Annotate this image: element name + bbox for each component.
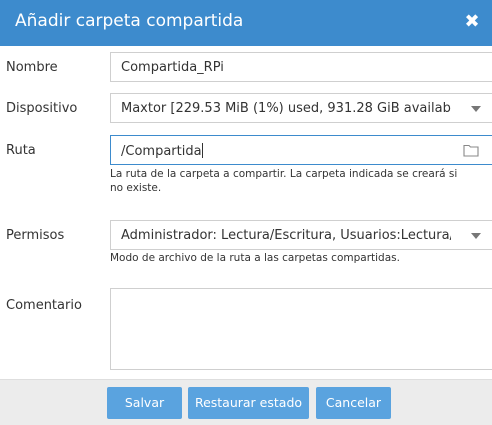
dispositivo-select[interactable]: Maxtor [229.53 MiB (1%) used, 931.28 GiB… [110,93,492,123]
ruta-value-wrap: /Compartida [121,143,203,159]
chevron-down-icon[interactable] [471,233,481,239]
permisos-label: Permisos [6,228,65,243]
reset-button[interactable]: Restaurar estado [188,387,309,419]
nombre-label: Nombre [6,60,58,75]
ruta-value: /Compartida [121,144,202,159]
nombre-value: Compartida_RPi [121,60,224,75]
nombre-input[interactable]: Compartida_RPi [110,52,492,82]
folder-icon[interactable] [463,143,479,157]
save-button[interactable]: Salvar [107,387,182,419]
dialog-footer: Salvar Restaurar estado Cancelar [0,379,492,425]
permisos-hint: Modo de archivo de la ruta a las carpeta… [110,252,400,264]
permisos-select[interactable]: Administrador: Lectura/Escritura, Usuari… [110,220,492,250]
close-icon[interactable]: ✖ [462,12,482,32]
comentario-label: Comentario [6,298,82,313]
permisos-value: Administrador: Lectura/Escritura, Usuari… [121,228,451,243]
text-cursor [201,143,203,158]
ruta-label: Ruta [6,143,36,158]
ruta-input[interactable]: /Compartida [110,135,492,165]
cancel-button[interactable]: Cancelar [316,387,391,419]
dispositivo-value: Maxtor [229.53 MiB (1%) used, 931.28 GiB… [121,101,451,116]
add-shared-folder-dialog: Añadir carpeta compartida ✖ Nombre Compa… [0,0,492,425]
dialog-titlebar: Añadir carpeta compartida ✖ [0,0,492,46]
ruta-hint: La ruta de la carpeta a compartir. La ca… [110,168,458,194]
chevron-down-icon[interactable] [471,106,481,112]
comentario-textarea[interactable] [110,288,492,370]
dispositivo-label: Dispositivo [6,101,78,116]
dialog-title: Añadir carpeta compartida [15,11,244,31]
